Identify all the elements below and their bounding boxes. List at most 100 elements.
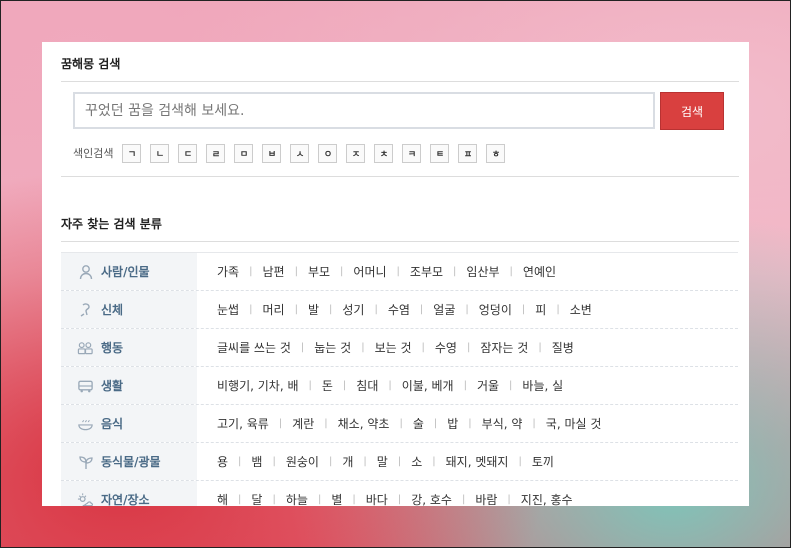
index-key[interactable]: ㅍ <box>458 143 478 163</box>
separator: | <box>399 418 403 429</box>
category-keyword-link[interactable]: 국, 마실 것 <box>546 415 602 432</box>
category-keyword-link[interactable]: 침대 <box>356 377 378 394</box>
plant-icon <box>77 453 94 470</box>
category-keyword-link[interactable]: 해 <box>217 491 228 506</box>
category-keyword-link[interactable]: 용 <box>217 453 228 470</box>
category-keyword-link[interactable]: 원숭이 <box>286 453 319 470</box>
category-keyword-link[interactable]: 얼굴 <box>433 301 455 318</box>
category-keyword-link[interactable]: 피 <box>535 301 546 318</box>
category-keyword-link[interactable]: 뱀 <box>251 453 262 470</box>
category-keyword-link[interactable]: 머리 <box>262 301 284 318</box>
category-keyword-link[interactable]: 바다 <box>366 491 388 506</box>
category-head[interactable]: 자연/장소 <box>61 481 197 506</box>
category-keyword-link[interactable]: 임산부 <box>466 263 499 280</box>
category-head[interactable]: 신체 <box>61 291 197 328</box>
category-keyword-link[interactable]: 부식, 약 <box>482 415 523 432</box>
separator: | <box>294 304 298 315</box>
category-keyword-link[interactable]: 질병 <box>552 339 574 356</box>
category-keyword-link[interactable]: 조부모 <box>410 263 443 280</box>
category-keyword-link[interactable]: 계란 <box>292 415 314 432</box>
category-keyword-link[interactable]: 밥 <box>447 415 458 432</box>
category-keyword-link[interactable]: 말 <box>377 453 388 470</box>
category-head[interactable]: 동식물/광물 <box>61 443 197 480</box>
search-section-title: 꿈해몽 검색 <box>61 42 739 82</box>
index-key[interactable]: ㅊ <box>374 143 394 163</box>
index-key[interactable]: ㅎ <box>486 143 506 163</box>
category-keyword-link[interactable]: 하늘 <box>286 491 308 506</box>
index-key[interactable]: ㅌ <box>430 143 450 163</box>
category-keyword-link[interactable]: 보는 것 <box>375 339 412 356</box>
separator: | <box>342 380 347 391</box>
search-button[interactable]: 검색 <box>660 92 724 130</box>
category-keyword-link[interactable]: 소변 <box>570 301 592 318</box>
separator: | <box>468 418 472 429</box>
category-row: 사람/인물 가족 | 남편 | 부모 | 어머니 | 조부모 | 임산부 | 연예인 <box>61 252 738 291</box>
category-keyword-link[interactable]: 가족 <box>217 263 239 280</box>
category-head[interactable]: 사람/인물 <box>61 253 197 290</box>
index-key[interactable]: ㄷ <box>178 143 198 163</box>
separator: | <box>249 266 253 277</box>
index-search-label: 색인검색 <box>73 147 114 160</box>
category-keyword-link[interactable]: 강, 호수 <box>411 491 452 506</box>
category-keyword-link[interactable]: 부모 <box>308 263 330 280</box>
category-keyword-link[interactable]: 연예인 <box>523 263 556 280</box>
separator: | <box>463 380 467 391</box>
separator: | <box>328 304 333 315</box>
category-keyword-link[interactable]: 지진, 홍수 <box>521 491 573 506</box>
separator: | <box>509 380 513 391</box>
category-items: 해 | 달 | 하늘 | 별 | 바다 | 강, 호수 | 바람 | 지진, 홍수 <box>197 481 573 506</box>
category-label: 사람/인물 <box>101 265 150 279</box>
index-key[interactable]: ㅈ <box>346 143 366 163</box>
category-keyword-link[interactable]: 잠자는 것 <box>480 339 528 356</box>
category-keyword-link[interactable]: 별 <box>331 491 342 506</box>
search-input[interactable] <box>73 92 655 129</box>
index-key[interactable]: ㅅ <box>290 143 310 163</box>
category-section-title: 자주 찾는 검색 분류 <box>61 202 739 242</box>
index-key[interactable]: ㅇ <box>318 143 338 163</box>
category-keyword-link[interactable]: 성기 <box>342 301 364 318</box>
category-keyword-link[interactable]: 발 <box>308 301 319 318</box>
index-key[interactable]: ㄴ <box>150 143 170 163</box>
category-label: 신체 <box>101 303 124 317</box>
category-items: 용 | 뱀 | 원숭이 | 개 | 말 | 소 | 돼지, 멧돼지 | 토끼 <box>197 443 554 480</box>
category-keyword-link[interactable]: 수염 <box>388 301 410 318</box>
category-keyword-link[interactable]: 개 <box>342 453 353 470</box>
category-keyword-link[interactable]: 달 <box>251 491 262 506</box>
index-key[interactable]: ㅋ <box>402 143 422 163</box>
category-keyword-link[interactable]: 돈 <box>322 377 333 394</box>
separator: | <box>374 304 378 315</box>
category-head[interactable]: 행동 <box>61 329 197 366</box>
index-key[interactable]: ㄱ <box>122 143 142 163</box>
category-keyword-link[interactable]: 남편 <box>262 263 284 280</box>
category-keyword-link[interactable]: 어머니 <box>353 263 386 280</box>
category-keyword-link[interactable]: 비행기, 기차, 배 <box>217 377 299 394</box>
category-keyword-link[interactable]: 토끼 <box>532 453 554 470</box>
index-key[interactable]: ㅂ <box>262 143 282 163</box>
category-keyword-link[interactable]: 술 <box>413 415 424 432</box>
separator: | <box>532 418 536 429</box>
category-keyword-link[interactable]: 채소, 약초 <box>338 415 390 432</box>
category-head[interactable]: 생활 <box>61 367 197 404</box>
category-keyword-link[interactable]: 고기, 육류 <box>217 415 269 432</box>
category-keyword-link[interactable]: 수영 <box>435 339 457 356</box>
index-key[interactable]: ㅁ <box>234 143 254 163</box>
action-icon <box>77 339 94 356</box>
separator: | <box>509 266 513 277</box>
category-head[interactable]: 음식 <box>61 405 197 442</box>
category-keyword-link[interactable]: 눈썹 <box>217 301 239 318</box>
category-keyword-link[interactable]: 엉덩이 <box>479 301 512 318</box>
category-keyword-link[interactable]: 글씨를 쓰는 것 <box>217 339 291 356</box>
separator: | <box>317 494 322 505</box>
category-keyword-link[interactable]: 바늘, 실 <box>522 377 563 394</box>
category-keyword-link[interactable]: 거울 <box>477 377 499 394</box>
category-keyword-link[interactable]: 돼지, 멧돼지 <box>446 453 509 470</box>
category-keyword-link[interactable]: 이불, 베개 <box>402 377 454 394</box>
body-icon <box>77 301 94 318</box>
category-keyword-link[interactable]: 눕는 것 <box>314 339 351 356</box>
category-keyword-link[interactable]: 소 <box>411 453 422 470</box>
index-key[interactable]: ㄹ <box>206 143 226 163</box>
separator: | <box>397 456 402 467</box>
category-keyword-link[interactable]: 바람 <box>475 491 497 506</box>
separator: | <box>249 304 253 315</box>
separator: | <box>521 304 526 315</box>
